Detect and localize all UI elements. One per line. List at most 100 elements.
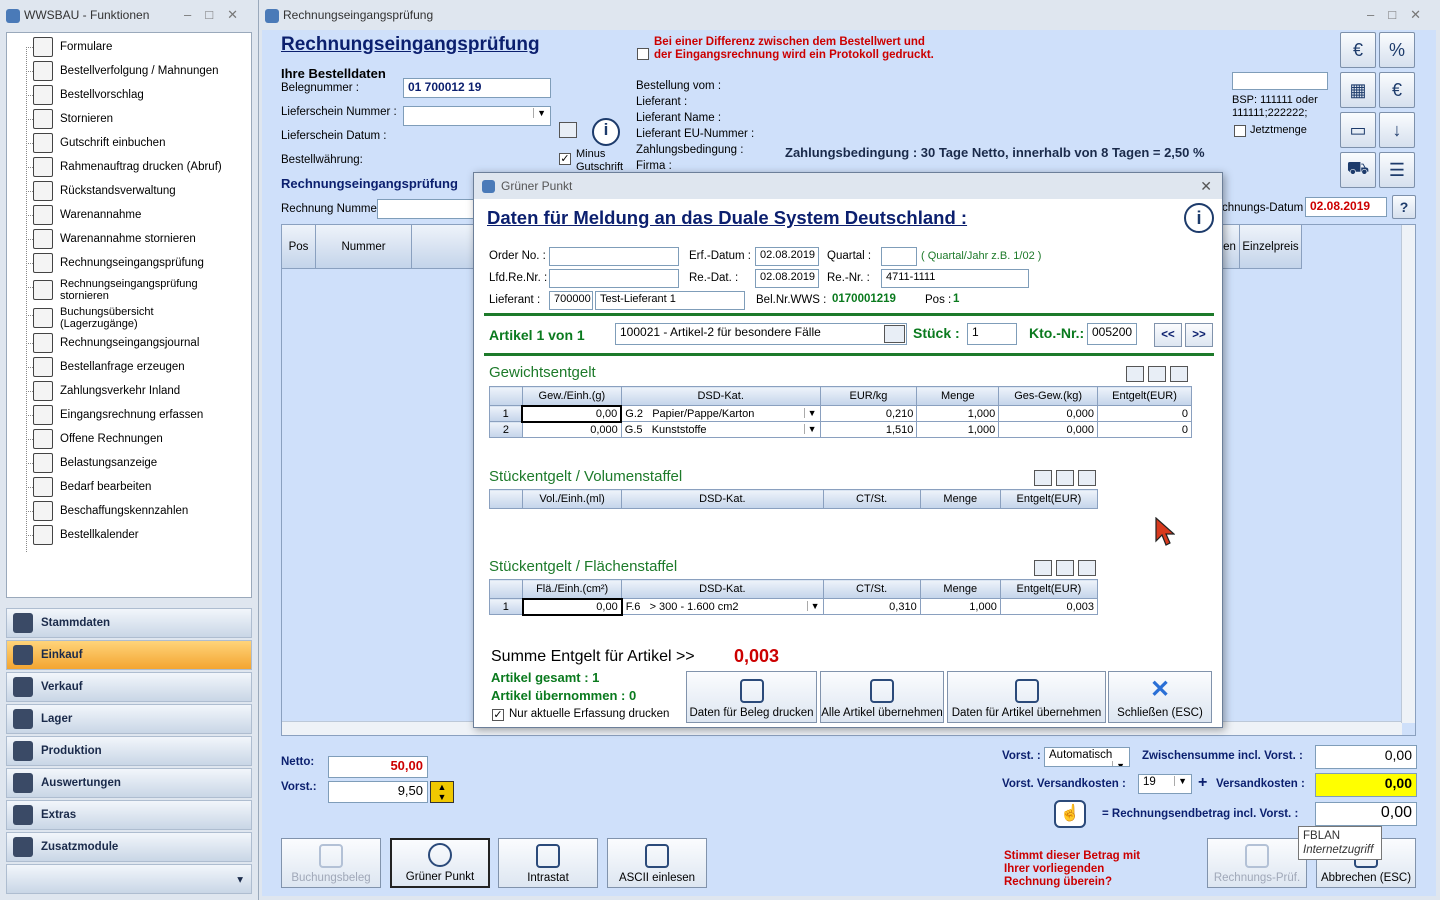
gruener-punkt-button[interactable]: Grüner Punkt <box>390 838 490 888</box>
close-icon[interactable]: ✕ <box>1200 173 1212 199</box>
vorst-mode-select[interactable]: Automatisch ▼ <box>1044 747 1130 767</box>
info-icon[interactable]: i <box>1184 203 1214 233</box>
bsp-input[interactable] <box>1232 72 1328 90</box>
chevron-down-icon[interactable]: ▼ <box>803 407 817 418</box>
re-dat-input[interactable]: 02.08.2019 <box>755 269 819 288</box>
tree-item-belastungsanzeige[interactable]: Belastungsanzeige <box>25 451 157 475</box>
calendar-grid-icon[interactable]: ▦ <box>1340 72 1376 108</box>
lieferant-nr-input[interactable]: 700000 <box>549 291 593 310</box>
cell-flaeche[interactable]: 0,00 <box>521 597 623 616</box>
remove-row-icon[interactable] <box>1078 470 1096 486</box>
nav-zusatzmodule[interactable]: Zusatzmodule <box>6 832 252 862</box>
nav-extras[interactable]: Extras <box>6 800 252 830</box>
cell-menge[interactable]: 1,000 <box>916 421 1000 438</box>
tree-item-warenannahme[interactable]: Warenannahme <box>25 203 141 227</box>
belegnummer-input[interactable]: 01 700012 19 <box>403 78 551 98</box>
save-icon[interactable] <box>1034 560 1052 576</box>
tree-item-rueckstand[interactable]: Rückstandsverwaltung <box>26 179 176 203</box>
tree-item-kennzahlen[interactable]: Beschaffungskennzahlen <box>25 499 188 523</box>
rechnung-nummer-input[interactable] <box>377 199 477 219</box>
remove-row-icon[interactable] <box>1170 366 1188 382</box>
nav-einkauf[interactable]: Einkauf <box>6 640 252 670</box>
nav-auswertungen[interactable]: Auswertungen <box>6 768 252 798</box>
tree-item-rahmenauftrag[interactable]: Rahmenauftrag drucken (Abruf) <box>26 155 222 179</box>
grid-header-blank[interactable] <box>412 225 482 269</box>
lieferschein-nummer-select[interactable]: ▼ <box>403 106 551 126</box>
rechnungs-pruef-button[interactable]: Rechnungs-Prüf. <box>1207 838 1307 888</box>
cell-kat[interactable]: G.2 Papier/Pappe/Karton ▼ <box>620 405 821 422</box>
cell-eur[interactable]: 0,210 <box>819 405 918 422</box>
window-controls[interactable]: ‒□✕ <box>1367 0 1435 30</box>
tree-item-bestellvorschlag[interactable]: Bestellvorschlag <box>26 83 144 107</box>
truck-icon[interactable]: ⛟ <box>1340 152 1376 188</box>
nav-produktion[interactable]: Produktion <box>6 736 252 766</box>
re-nr-input[interactable]: 4711-1111 <box>881 269 1029 288</box>
artikel-select[interactable]: 100021 - Artikel-2 für besondere Fälle <box>615 323 907 345</box>
tree-item-buchungsuebersicht[interactable]: Buchungsübersicht (Lagerzugänge) <box>26 303 233 333</box>
tree-item-formulare[interactable]: Formulare <box>25 35 112 59</box>
tree-item-zahlungsverkehr[interactable]: Zahlungsverkehr Inland <box>25 379 180 403</box>
cell-entgelt[interactable]: 0,003 <box>999 598 1099 615</box>
table-row[interactable]: 1 0,00 G.2 Papier/Pappe/Karton ▼ 0,210 1,… <box>489 404 1192 423</box>
netto-input[interactable]: 50,00 <box>328 756 428 778</box>
cell-eur[interactable]: 1,510 <box>819 421 918 438</box>
euro-refresh-icon[interactable]: € <box>1379 72 1415 108</box>
tree-item-bestellverfolgung[interactable]: Bestellverfolgung / Mahnungen <box>26 59 219 83</box>
remove-row-icon[interactable] <box>1078 560 1096 576</box>
cell-ges[interactable]: 0,000 <box>998 405 1099 422</box>
sort-down-icon[interactable]: ↓ <box>1379 112 1415 148</box>
tree-item-journal[interactable]: Rechnungseingangsjournal <box>25 331 199 355</box>
minus-gutschrift-checkbox[interactable]: ✓ <box>559 153 571 165</box>
help-icon[interactable]: ? <box>1392 195 1416 219</box>
alle-artikel-button[interactable]: Alle Artikel übernehmen <box>820 671 944 723</box>
flaeche-table[interactable]: Flä./Einh.(cm²) DSD-Kat. CT/St. Menge En… <box>488 579 1099 616</box>
list-icon[interactable] <box>559 122 577 138</box>
sort-icon[interactable] <box>884 325 905 343</box>
tree-item-stornieren[interactable]: Stornieren <box>25 107 113 131</box>
vertical-scrollbar[interactable] <box>1401 225 1415 723</box>
percent-tag-icon[interactable]: % <box>1379 32 1415 68</box>
add-row-icon[interactable] <box>1056 560 1074 576</box>
jetztmenge-checkbox[interactable] <box>1234 125 1246 137</box>
schliessen-button[interactable]: ✕ Schließen (ESC) <box>1108 671 1212 723</box>
save-icon[interactable] <box>1126 366 1144 382</box>
order-no-input[interactable] <box>549 247 679 266</box>
stueck-input[interactable]: 1 <box>967 323 1017 345</box>
next-article-button[interactable]: >> <box>1185 323 1213 347</box>
banknote-icon[interactable]: ▭ <box>1340 112 1376 148</box>
tree-item-bedarf[interactable]: Bedarf bearbeiten <box>25 475 151 499</box>
window-controls[interactable]: ‒□✕ <box>184 0 252 30</box>
quartal-input[interactable] <box>881 247 917 266</box>
cell-entgelt[interactable]: 0 <box>1097 421 1192 438</box>
tree-item-eingangsrechnung[interactable]: Eingangsrechnung erfassen <box>25 403 203 427</box>
cell-gew[interactable]: 0,00 <box>521 404 623 423</box>
grid-header-einzelpreis[interactable]: Einzelpreis <box>1240 225 1302 269</box>
nav-verkauf[interactable]: Verkauf <box>6 672 252 702</box>
tree-item-warenannahme-storno[interactable]: Warenannahme stornieren <box>26 227 196 251</box>
volumen-table[interactable]: Vol./Einh.(ml) DSD-Kat. CT/St. Menge Ent… <box>488 489 1099 509</box>
table-row[interactable]: 1 0,00 F.6 > 300 - 1.600 cm2 ▼ 0,310 1,00… <box>488 597 1099 616</box>
cell-ges[interactable]: 0,000 <box>998 421 1099 438</box>
intrastat-button[interactable]: Intrastat <box>498 838 598 888</box>
save-icon[interactable] <box>1034 470 1052 486</box>
grid-header-nummer[interactable]: Nummer <box>316 225 412 269</box>
cell-menge[interactable]: 1,000 <box>916 405 1000 422</box>
chevron-down-icon[interactable]: ▼ <box>806 600 820 611</box>
zwischensumme-input[interactable]: 0,00 <box>1315 745 1417 769</box>
cell-kat[interactable]: F.6 > 300 - 1.600 cm2 ▼ <box>621 598 824 615</box>
vorst-stepper-icon[interactable]: ▲ ▼ <box>430 781 454 803</box>
chevron-down-icon[interactable]: ▼ <box>803 423 817 434</box>
tree-item-bestellkalender[interactable]: Bestellkalender <box>26 523 139 547</box>
cell-entgelt[interactable]: 0 <box>1097 405 1192 422</box>
info-icon[interactable]: i <box>592 118 620 146</box>
tree-item-gutschrift[interactable]: Gutschrift einbuchen <box>25 131 165 155</box>
rechnungs-datum-input[interactable]: 02.08.2019 <box>1305 197 1387 217</box>
erf-datum-input[interactable]: 02.08.2019 <box>755 247 819 266</box>
cell-kat[interactable]: G.5 Kunststoffe ▼ <box>620 421 821 438</box>
nur-aktuelle-checkbox[interactable]: ✓ <box>492 709 504 721</box>
tree-item-offene-rechnungen[interactable]: Offene Rechnungen <box>26 427 163 451</box>
vorst-input[interactable]: 9,50 <box>328 781 428 803</box>
vorst-versand-select[interactable]: 19 ▼ <box>1138 774 1192 794</box>
endbetrag-input[interactable]: 0,00 <box>1315 802 1417 826</box>
beleg-drucken-button[interactable]: Daten für Beleg drucken <box>686 671 817 723</box>
